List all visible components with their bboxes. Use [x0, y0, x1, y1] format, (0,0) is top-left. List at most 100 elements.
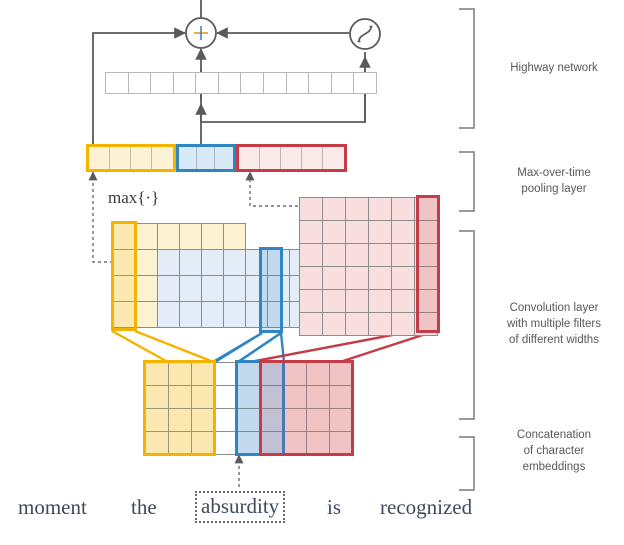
sentence-word: the	[131, 495, 157, 519]
blue-feature-map-cell	[158, 250, 180, 276]
pooling-cell-blue	[215, 147, 233, 169]
blue-feature-map	[157, 249, 312, 328]
embedding-cell	[330, 363, 353, 386]
red-feature-map-cell	[415, 313, 438, 336]
yellow-feature-map-cell	[136, 302, 158, 328]
pooling-cell-yellow	[131, 147, 152, 169]
red-feature-map-cell	[392, 313, 415, 336]
pooling-segment-blue	[176, 144, 236, 172]
red-feature-map-cell	[323, 267, 346, 290]
highway-cell	[263, 72, 287, 94]
blue-feature-map-cell	[268, 276, 290, 302]
blue-feature-map-cell	[202, 276, 224, 302]
red-feature-map-cell	[346, 221, 369, 244]
red-feature-map-cell	[323, 221, 346, 244]
embedding-cell	[215, 432, 238, 455]
red-feature-map-cell	[323, 244, 346, 267]
max-operator-label: max{·}	[108, 188, 160, 207]
pooling-cell-red	[281, 147, 302, 169]
red-feature-map-cell	[300, 221, 323, 244]
embedding-cell	[215, 363, 238, 386]
embedding-cell	[238, 386, 261, 409]
embedding-cell	[261, 409, 284, 432]
yellow-feature-map-cell	[158, 224, 180, 250]
embedding-cell	[284, 432, 307, 455]
addition-operator-circle	[185, 17, 217, 49]
red-feature-map-cell	[415, 267, 438, 290]
blue-feature-map-cell	[158, 276, 180, 302]
sigmoid-gate-circle	[349, 18, 381, 50]
red-feature-map	[299, 197, 438, 336]
embedding-cell	[169, 432, 192, 455]
yellow-feature-map-cell	[114, 276, 136, 302]
embedding-cell	[146, 363, 169, 386]
sentence-word: recognized	[380, 495, 473, 519]
embedding-cell	[330, 409, 353, 432]
embedding-cell	[284, 409, 307, 432]
embedding-cell	[146, 409, 169, 432]
label-highway-network: Highway network	[484, 60, 624, 76]
yellow-feature-map-cell	[202, 224, 224, 250]
embedding-cell	[238, 363, 261, 386]
pooling-cell-yellow	[89, 147, 110, 169]
embedding-cell	[330, 432, 353, 455]
highway-cell	[285, 72, 310, 94]
blue-feature-map-cell	[246, 276, 268, 302]
red-feature-map-cell	[369, 267, 392, 290]
yellow-feature-map-cell	[224, 224, 246, 250]
focus-word: absurdity	[195, 491, 286, 523]
red-feature-map-cell	[415, 244, 438, 267]
red-feature-map-cell	[415, 221, 438, 244]
red-feature-map-cell	[346, 198, 369, 221]
yellow-feature-map-cell	[136, 224, 158, 250]
red-feature-map-cell	[323, 290, 346, 313]
embedding-cell	[192, 386, 215, 409]
embedding-cell	[330, 386, 353, 409]
label-line: Highway network	[510, 62, 598, 74]
highway-cell	[127, 72, 152, 94]
yellow-feature-map-cell	[114, 224, 136, 250]
embedding-cell	[284, 386, 307, 409]
pooling-cell-red	[323, 147, 344, 169]
highway-cell-strip	[105, 72, 377, 94]
bracket-convolution	[459, 230, 475, 420]
red-feature-map-cell	[369, 221, 392, 244]
highway-cell	[330, 72, 355, 94]
bracket-highway	[459, 8, 475, 129]
red-feature-map-cell	[300, 244, 323, 267]
label-max-pooling: Max-over-time pooling layer	[484, 165, 624, 197]
red-feature-map-cell	[392, 221, 415, 244]
red-feature-map-cell	[369, 198, 392, 221]
bracket-concatenation	[459, 436, 475, 491]
red-feature-map-cell	[346, 244, 369, 267]
red-feature-map-cell	[300, 198, 323, 221]
highway-cell	[172, 72, 197, 94]
embedding-cell	[192, 363, 215, 386]
yellow-feature-map-cell	[180, 224, 202, 250]
highway-cell	[195, 72, 219, 94]
red-feature-map-cell	[415, 198, 438, 221]
label-line: Max-over-time	[517, 167, 591, 179]
red-feature-map-cell	[300, 267, 323, 290]
embedding-cell	[238, 409, 261, 432]
red-feature-map-cell	[300, 313, 323, 336]
label-line: with multiple filters	[507, 318, 601, 330]
embedding-cell	[192, 409, 215, 432]
pooling-cell-red	[260, 147, 281, 169]
label-line: pooling layer	[521, 183, 587, 195]
pooling-cell-blue	[197, 147, 215, 169]
pooling-cell-red	[302, 147, 323, 169]
pooling-segment-yellow	[86, 144, 176, 172]
embedding-cell	[146, 386, 169, 409]
bracket-pooling	[459, 151, 475, 212]
highway-cell	[240, 72, 265, 94]
red-feature-map-cell	[369, 290, 392, 313]
red-feature-map-cell	[392, 267, 415, 290]
blue-feature-map-cell	[246, 250, 268, 276]
label-line: Convolution layer	[509, 302, 599, 314]
pooling-cell-blue	[179, 147, 197, 169]
yellow-feature-map-cell	[114, 302, 136, 328]
red-feature-map-cell	[346, 290, 369, 313]
blue-feature-map-cell	[268, 302, 290, 328]
embedding-cell	[307, 386, 330, 409]
